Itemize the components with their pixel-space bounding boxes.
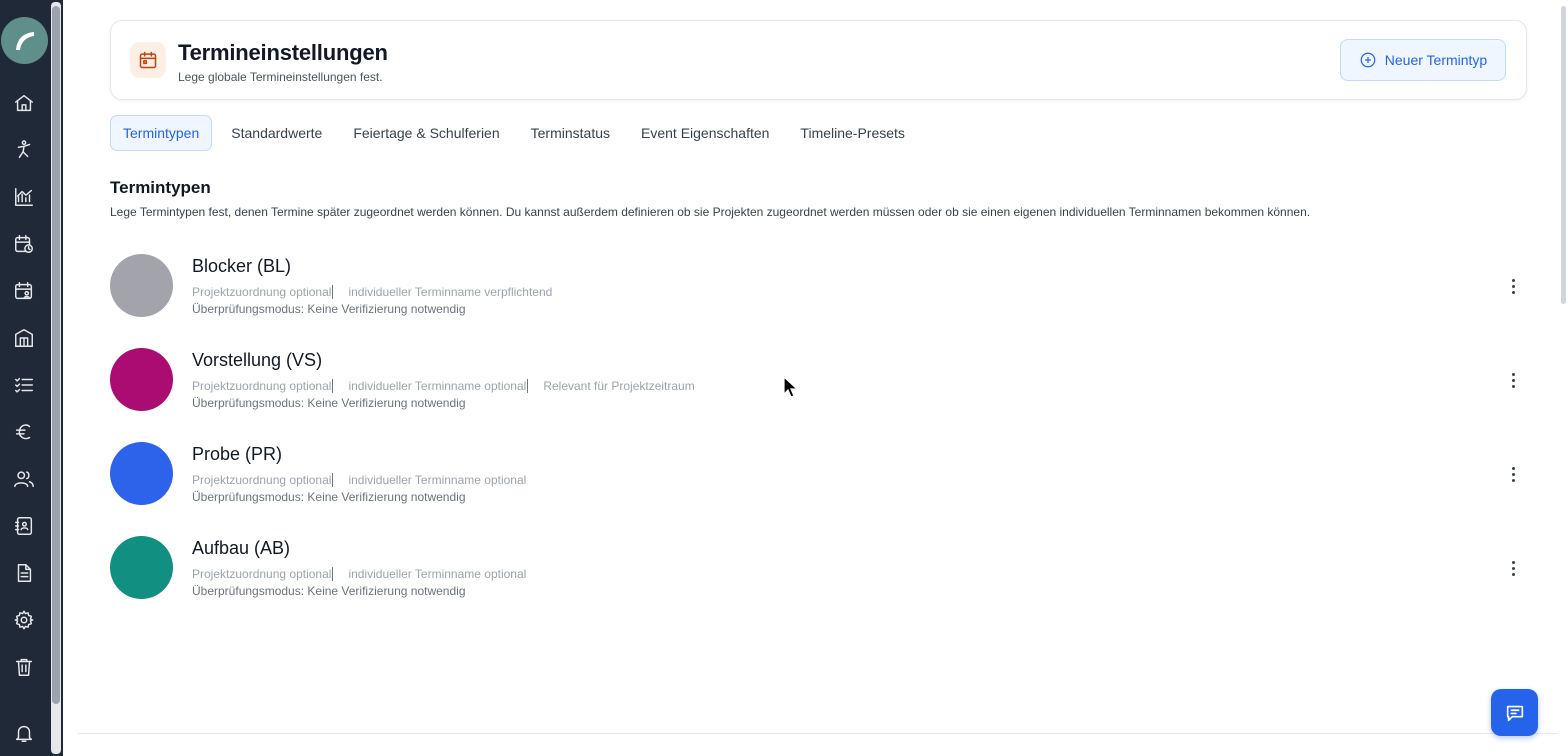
logo-icon[interactable] [1,17,48,64]
more-options-icon[interactable] [1503,558,1523,578]
home-icon[interactable] [12,91,36,115]
euro-icon[interactable] [12,420,36,444]
tab-terminstatus[interactable]: Terminstatus [519,115,622,151]
item-name: Aufbau (AB) [192,538,291,558]
section-description: Lege Termintypen fest, denen Termine spä… [110,205,1311,219]
item-tags: Projektzuordnung optional individueller … [192,285,552,299]
item-mode: Überprüfungsmodus: Keine Verifizierung n… [192,490,466,504]
calendar-user-icon[interactable] [12,279,36,303]
trash-icon[interactable] [12,655,36,679]
sidebar [0,0,63,756]
new-appointment-type-button[interactable]: Neuer Termintyp [1340,39,1506,81]
section-title: Termintypen [110,178,211,197]
chat-button[interactable] [1491,689,1538,736]
list-item: Aufbau (AB) Projektzuordnung optional in… [110,536,1527,606]
item-tag: Projektzuordnung optional [192,379,332,393]
chat-icon [1506,705,1523,721]
tab-event-eigenschaften[interactable]: Event Eigenschaften [629,115,781,151]
tag-divider [332,379,334,393]
page-scrollbar[interactable] [1561,6,1566,304]
page-title: Termineinstellungen [178,40,388,65]
color-swatch [110,254,173,317]
item-mode: Überprüfungsmodus: Keine Verifizierung n… [192,302,466,316]
chart-icon[interactable] [12,185,36,209]
list-item: Vorstellung (VS) Projektzuordnung option… [110,348,1527,418]
item-name: Vorstellung (VS) [192,350,323,370]
mouse-cursor-icon [783,376,799,398]
tab-feiertage-schulferien[interactable]: Feiertage & Schulferien [341,115,511,151]
color-swatch [110,348,173,411]
calendar-clock-icon[interactable] [12,232,36,256]
tag-divider [332,285,334,299]
item-tag: individueller Terminname optional [348,567,527,581]
item-mode: Überprüfungsmodus: Keine Verifizierung n… [192,584,466,598]
tag-divider [527,379,529,393]
item-tags: Projektzuordnung optional individueller … [192,379,695,393]
tab-termintypen[interactable]: Termintypen [110,115,213,151]
gear-icon[interactable] [12,608,36,632]
document-icon[interactable] [12,561,36,585]
contacts-icon[interactable] [12,514,36,538]
item-name: Probe (PR) [192,444,283,464]
page-subtitle: Lege globale Termineinstellungen fest. [178,70,383,84]
bell-icon[interactable] [12,721,36,745]
list-item: Blocker (BL) Projektzuordnung optional i… [110,254,1527,324]
color-swatch [110,442,173,505]
item-tag: Projektzuordnung optional [192,473,332,487]
more-options-icon[interactable] [1503,276,1523,296]
dancer-icon[interactable] [12,138,36,162]
tag-divider [332,473,334,487]
item-tag: individueller Terminname optional [348,379,527,393]
building-icon[interactable] [12,326,36,350]
users-icon[interactable] [12,467,36,491]
calendar-icon [130,42,166,78]
sidebar-scrollbar[interactable] [52,6,60,704]
new-appointment-type-label: Neuer Termintyp [1384,52,1488,68]
header-card: Termineinstellungen Lege globale Termine… [110,20,1527,100]
item-name: Blocker (BL) [192,256,292,276]
checklist-icon[interactable] [12,373,36,397]
item-tag: Projektzuordnung optional [192,285,332,299]
item-tag: Projektzuordnung optional [192,567,332,581]
item-tag: individueller Terminname verpflichtend [348,285,553,299]
divider [78,733,1558,734]
tab-standardwerte[interactable]: Standardwerte [219,115,334,151]
item-tag: individueller Terminname optional [348,473,527,487]
item-tags: Projektzuordnung optional individueller … [192,473,526,487]
tag-divider [332,567,334,581]
plus-circle-icon [1360,52,1376,68]
item-tags: Projektzuordnung optional individueller … [192,567,526,581]
color-swatch [110,536,173,599]
item-mode: Überprüfungsmodus: Keine Verifizierung n… [192,396,466,410]
more-options-icon[interactable] [1503,370,1523,390]
tab-timeline-presets[interactable]: Timeline-Presets [788,115,917,151]
more-options-icon[interactable] [1503,464,1523,484]
list-item: Probe (PR) Projektzuordnung optional ind… [110,442,1527,512]
main-content: Termineinstellungen Lege globale Termine… [63,0,1568,756]
tab-bar: Termintypen Standardwerte Feiertage & Sc… [110,115,924,151]
item-tag: Relevant für Projektzeitraum [543,379,695,393]
